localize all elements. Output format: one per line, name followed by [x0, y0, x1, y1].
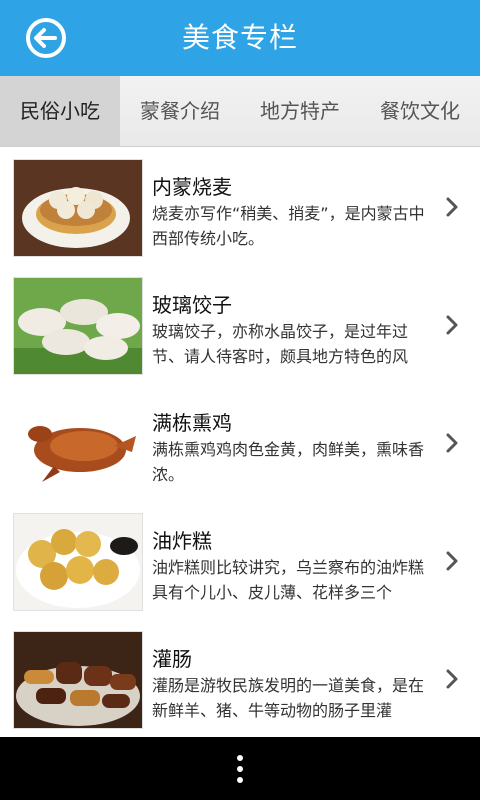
item-description: 玻璃饺子，亦称水晶饺子，是过年过节、请人待客时，颇具地方特色的风: [152, 322, 409, 366]
item-title: 内蒙烧麦: [152, 175, 232, 199]
sausage-image: [13, 631, 143, 729]
dumplings-image: [13, 277, 143, 375]
item-description: 灌肠是游牧民族发明的一道美食，是在新鲜羊、猪、牛等动物的肠子里灌: [152, 676, 425, 720]
list-item[interactable]: 油炸糕 油炸糕则比较讲究，乌兰察布的油炸糕具有个儿小、皮儿薄、花样多三个: [0, 503, 480, 622]
tab-mongolian-food[interactable]: 蒙餐介绍: [120, 76, 240, 146]
list-item[interactable]: 玻璃饺子 玻璃饺子，亦称水晶饺子，是过年过节、请人待客时，颇具地方特色的风: [0, 267, 480, 386]
item-title: 灌肠: [152, 647, 192, 671]
category-tabs: 民俗小吃 蒙餐介绍 地方特产 餐饮文化: [0, 76, 480, 147]
chevron-right-icon: [446, 433, 458, 453]
item-description: 满栋熏鸡鸡肉色金黄，肉鲜美，熏味香浓。: [152, 440, 425, 484]
item-title: 玻璃饺子: [152, 293, 232, 317]
smoked-chicken-image: [13, 395, 143, 493]
system-nav-bar: [0, 737, 480, 800]
page-title: 美食专栏: [181, 21, 298, 54]
shaomai-image: [13, 159, 143, 257]
tab-local-specialties[interactable]: 地方特产: [240, 76, 360, 146]
tab-folk-snacks[interactable]: 民俗小吃: [0, 76, 120, 146]
back-arrow-icon: [26, 18, 66, 58]
header-bar: 美食专栏: [0, 0, 480, 76]
list-item[interactable]: 灌肠 灌肠是游牧民族发明的一道美食，是在新鲜羊、猪、牛等动物的肠子里灌: [0, 621, 480, 737]
tab-strip: 民俗小吃 蒙餐介绍 地方特产 餐饮文化: [0, 76, 480, 146]
fried-cake-image: [13, 513, 143, 611]
back-button[interactable]: [20, 12, 72, 64]
tab-food-culture[interactable]: 餐饮文化: [360, 76, 480, 146]
chevron-right-icon: [446, 669, 458, 689]
item-description: 油炸糕则比较讲究，乌兰察布的油炸糕具有个儿小、皮儿薄、花样多三个: [152, 558, 425, 602]
chevron-right-icon: [446, 315, 458, 335]
item-title: 满栋熏鸡: [152, 411, 232, 435]
food-list[interactable]: 内蒙烧麦 烧麦亦写作“稍美、捎麦”，是内蒙古中西部传统小吃。 玻璃饺子 玻璃饺子…: [0, 149, 480, 737]
chevron-right-icon: [446, 551, 458, 571]
list-item[interactable]: 内蒙烧麦 烧麦亦写作“稍美、捎麦”，是内蒙古中西部传统小吃。: [0, 149, 480, 268]
item-title: 油炸糕: [152, 529, 212, 553]
item-description: 烧麦亦写作“稍美、捎麦”，是内蒙古中西部传统小吃。: [152, 204, 425, 248]
list-item[interactable]: 满栋熏鸡 满栋熏鸡鸡肉色金黄，肉鲜美，熏味香浓。: [0, 385, 480, 504]
chevron-right-icon: [446, 197, 458, 217]
overflow-menu-button[interactable]: [224, 751, 256, 787]
